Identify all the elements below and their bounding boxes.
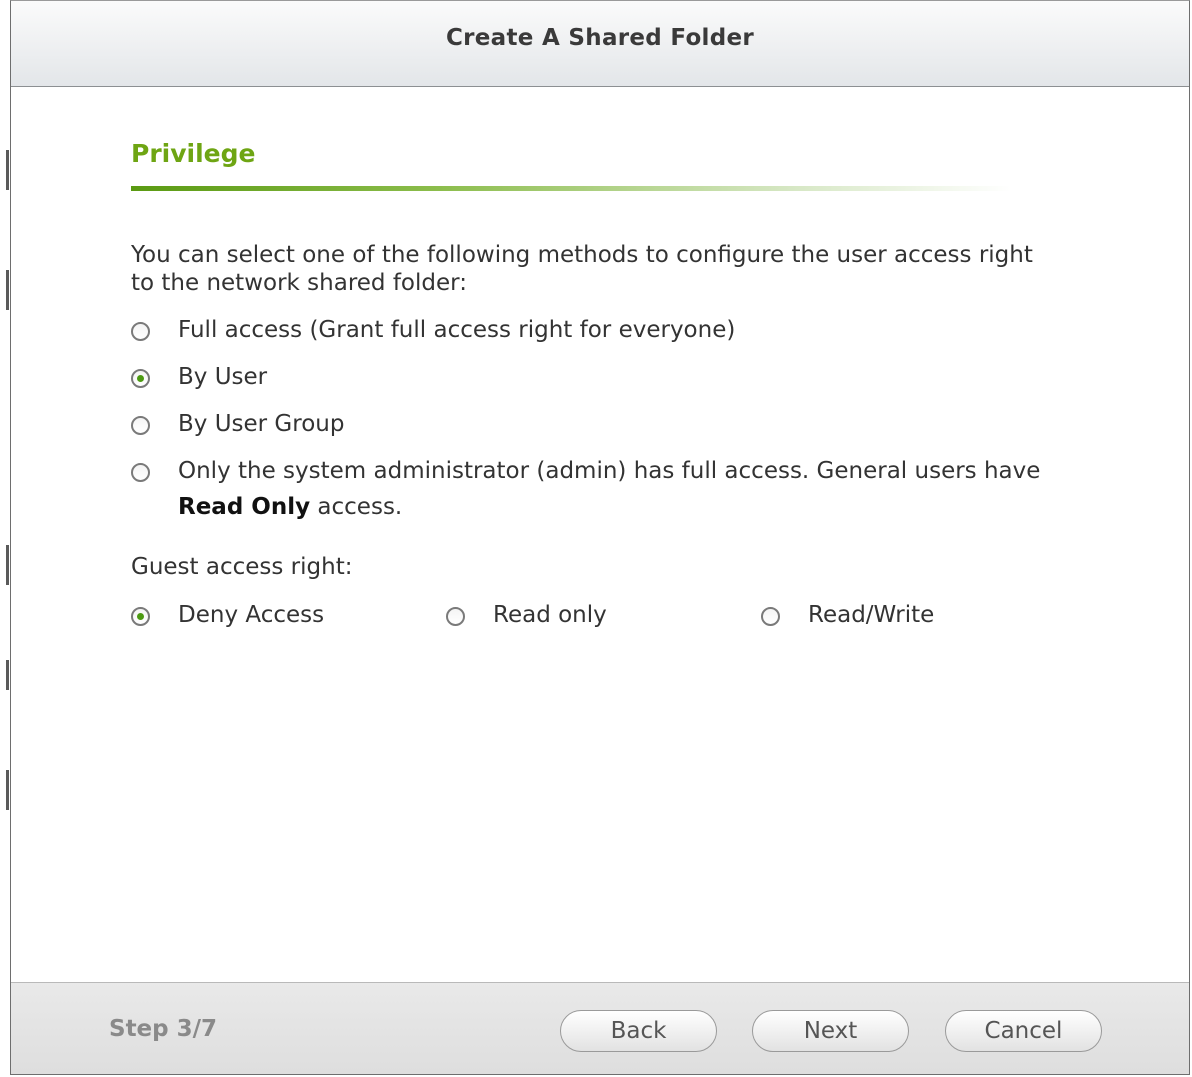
next-button[interactable]: Next [752,1010,909,1052]
create-shared-folder-dialog: Create A Shared Folder Privilege You can… [10,0,1190,1075]
option-by-user-group[interactable]: By User Group [131,410,344,442]
background-window-edge [0,0,10,1077]
guest-option-read-only[interactable]: Read only [446,601,607,633]
option-full-access[interactable]: Full access (Grant full access right for… [131,316,735,348]
edge-mark [6,770,9,810]
dialog-title: Create A Shared Folder [445,25,755,51]
radio-read-only[interactable] [446,607,465,626]
radio-by-user[interactable] [131,369,150,388]
guest-option-deny[interactable]: Deny Access [131,601,324,633]
back-button[interactable]: Back [560,1010,717,1052]
guest-read-only-label: Read only [493,602,607,628]
option-full-access-label: Full access (Grant full access right for… [178,317,736,343]
section-title: Privilege [131,139,256,168]
intro-text: You can select one of the following meth… [131,242,1033,296]
guest-deny-label: Deny Access [178,602,325,628]
guest-read-write-label: Read/Write [808,602,935,628]
guest-access-label: Guest access right: [131,554,353,580]
cancel-button[interactable]: Cancel [945,1010,1102,1052]
read-only-emphasis: Read Only [178,494,311,520]
option-admin-only[interactable]: Only the system administrator (admin) ha… [131,457,1051,525]
dialog-title-bar: Create A Shared Folder [11,1,1189,87]
edge-mark [6,660,9,690]
radio-by-user-group[interactable] [131,416,150,435]
guest-option-read-write[interactable]: Read/Write [761,601,934,633]
option-by-user-label: By User [178,364,268,390]
edge-mark [6,150,9,190]
option-admin-only-label: Only the system administrator (admin) ha… [178,453,1051,525]
edge-mark [6,270,9,310]
section-divider [131,186,1011,191]
option-by-user-group-label: By User Group [178,411,345,437]
radio-admin-only[interactable] [131,463,150,482]
admin-only-text: Only the system administrator (admin) ha… [178,458,1041,484]
radio-deny-access[interactable] [131,607,150,626]
dialog-footer: Step 3/7 Back Next Cancel [11,982,1189,1074]
edge-mark [6,545,9,585]
step-indicator: Step 3/7 [109,1016,218,1042]
admin-only-text-end: access. [310,494,403,520]
radio-read-write[interactable] [761,607,780,626]
option-by-user[interactable]: By User [131,363,267,395]
radio-full-access[interactable] [131,322,150,341]
